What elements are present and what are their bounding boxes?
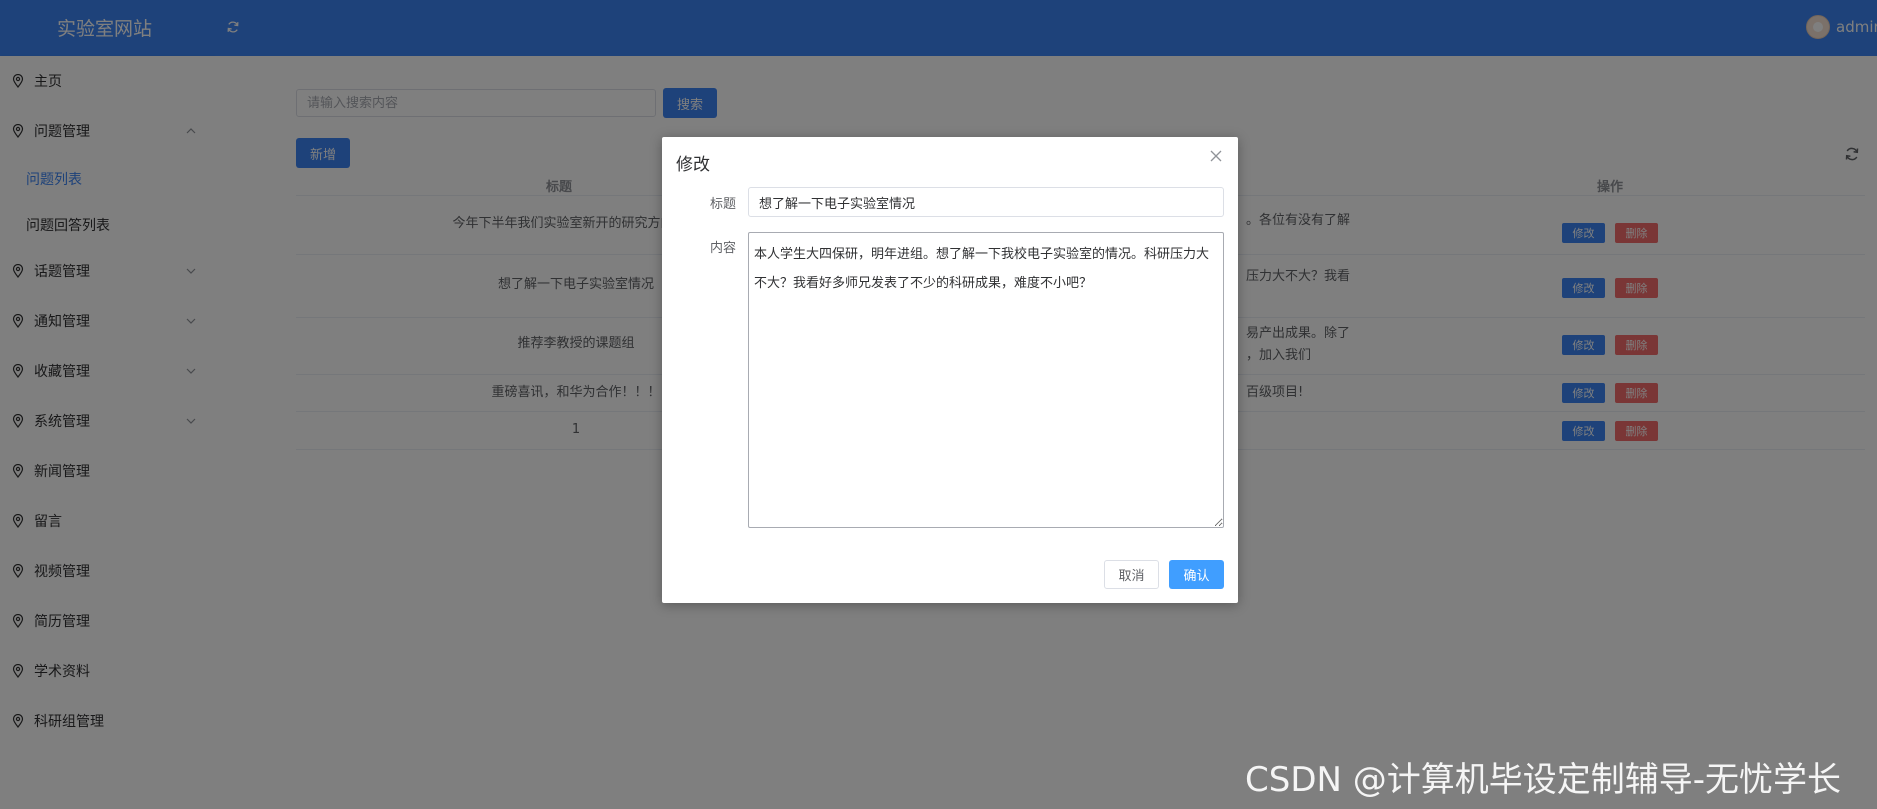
title-label: 标题 xyxy=(709,197,736,212)
confirm-button[interactable]: 确认 xyxy=(1169,560,1224,589)
title-field[interactable] xyxy=(748,187,1224,217)
watermark: CSDN @计算机毕设定制辅导-无忧学长 xyxy=(1245,760,1842,800)
close-icon[interactable] xyxy=(1210,150,1222,162)
content-label: 内容 xyxy=(709,241,736,256)
cancel-button[interactable]: 取消 xyxy=(1104,560,1159,589)
edit-dialog: 修改 标题 内容 本人学生大四保研，明年进组。想了解一下我校电子实验室的情况。科… xyxy=(662,137,1238,603)
dialog-title: 修改 xyxy=(676,155,710,175)
content-textarea[interactable]: 本人学生大四保研，明年进组。想了解一下我校电子实验室的情况。科研压力大不大？我看… xyxy=(748,232,1224,528)
